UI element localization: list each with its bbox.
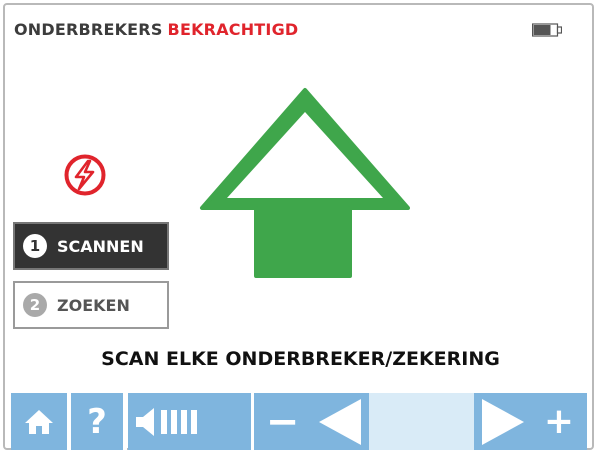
battery-icon (532, 23, 562, 37)
next-arrow-icon (481, 398, 524, 445)
step-number-1: 1 (23, 234, 47, 258)
lightning-hazard-icon (64, 154, 106, 196)
toolbar-spacer (209, 393, 254, 450)
plus-button[interactable]: + (531, 393, 587, 450)
minus-icon: − (265, 398, 300, 445)
minus-button[interactable]: − (254, 393, 311, 450)
help-button[interactable]: ? (71, 393, 123, 450)
step-scan[interactable]: 1 SCANNEN (13, 222, 169, 270)
next-button[interactable] (474, 393, 531, 450)
step-search[interactable]: 2 ZOEKEN (13, 281, 169, 329)
title-energized: BEKRACHTIGD (167, 20, 299, 39)
volume-icon (135, 407, 197, 436)
step-label-scan: SCANNEN (57, 236, 144, 256)
step-number-2: 2 (23, 293, 47, 317)
value-display (369, 393, 474, 450)
page-title: ONDERBREKERS BEKRACHTIGD (14, 20, 298, 39)
prev-arrow-icon (319, 398, 361, 445)
prev-button[interactable] (311, 393, 369, 450)
help-icon: ? (87, 401, 107, 442)
step-label-search: ZOEKEN (57, 295, 130, 315)
plus-icon: + (543, 400, 575, 442)
home-icon (25, 409, 53, 434)
home-button[interactable] (11, 393, 67, 450)
title-breakers: ONDERBREKERS (14, 20, 163, 39)
instruction-text: SCAN ELKE ONDERBREKER/ZEKERING (101, 348, 500, 370)
up-arrow-icon (200, 88, 410, 278)
volume-button[interactable] (128, 393, 209, 450)
toolbar-divider (123, 393, 127, 450)
